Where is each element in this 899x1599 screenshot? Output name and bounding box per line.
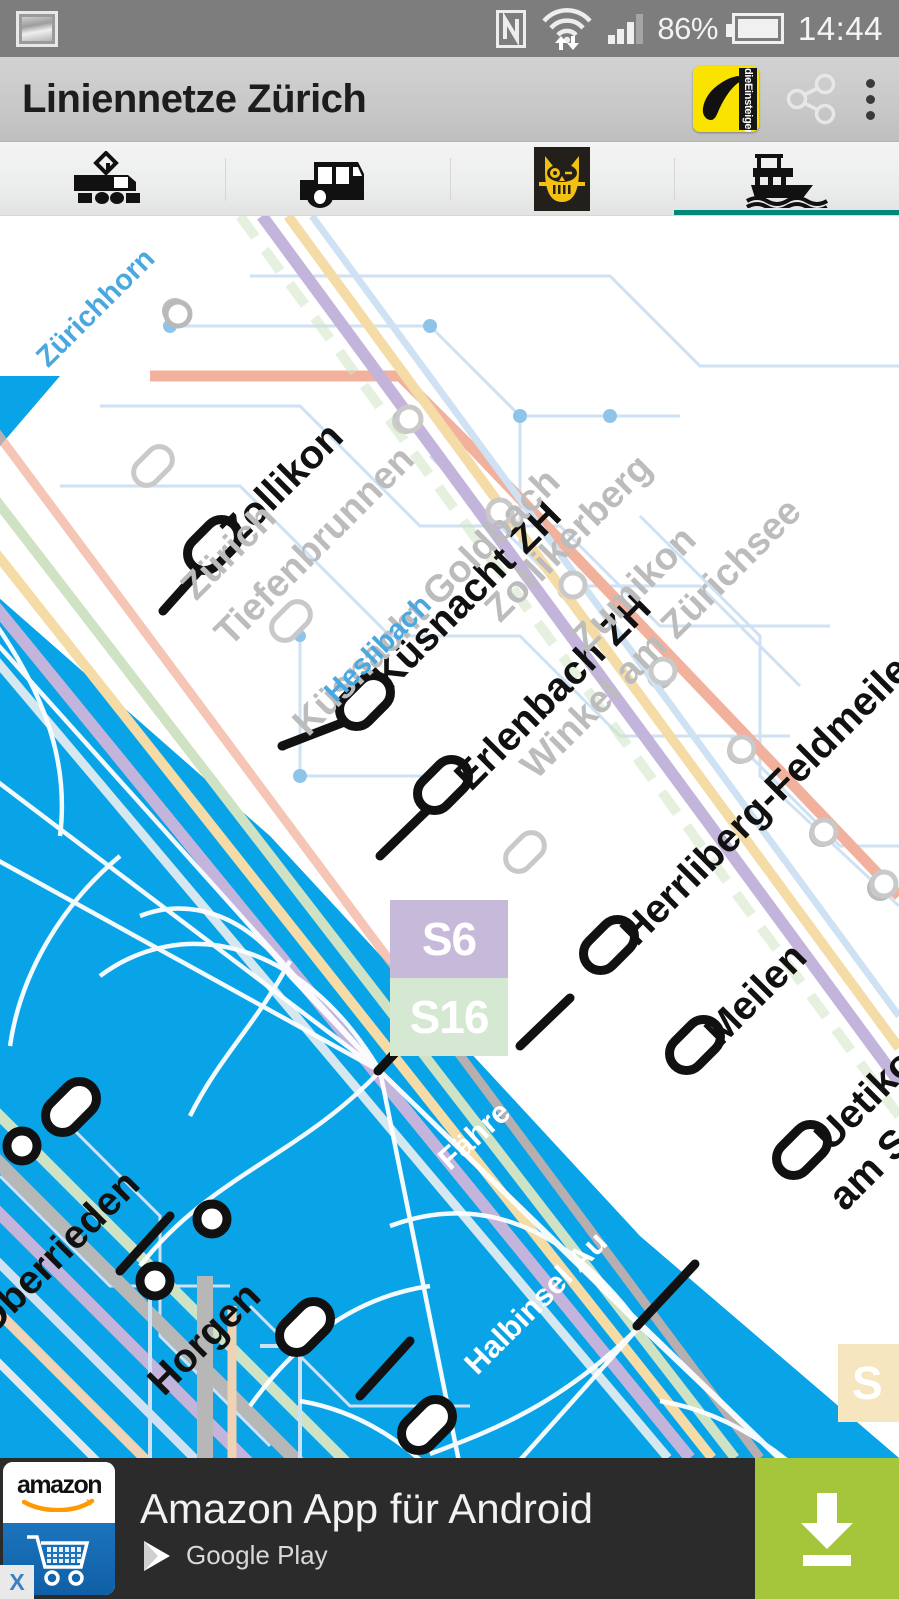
toucan-beak-icon xyxy=(702,76,741,120)
ad-app-icon: amazon X xyxy=(0,1458,118,1599)
dieeinsteiger-logo-button[interactable]: dieEinsteiger xyxy=(693,66,759,132)
tab-indicator xyxy=(674,210,899,215)
route-badge-s16: S16 xyxy=(390,978,508,1056)
transit-map-canvas[interactable]: Zollikon Küsnacht ZH Erlenbach ZH Herrli… xyxy=(0,216,899,1458)
tab-night-owl[interactable] xyxy=(449,142,675,215)
nfc-icon xyxy=(495,9,526,48)
ad-banner[interactable]: amazon X Amazon App für Android Google P… xyxy=(0,1458,899,1599)
amazon-wordmark: amazon xyxy=(16,1470,103,1499)
screenshot-icon-thumb xyxy=(22,16,52,41)
boat-icon xyxy=(745,153,828,208)
shopping-cart-icon xyxy=(27,1535,90,1586)
transit-map-graphics xyxy=(0,216,899,1458)
dot xyxy=(865,94,875,104)
status-bar-left xyxy=(16,10,58,47)
ad-headline: Amazon App für Android xyxy=(140,1484,593,1532)
wifi-transfer-icon xyxy=(542,7,592,50)
tab-bus[interactable] xyxy=(224,142,450,215)
ad-download-button[interactable] xyxy=(755,1458,899,1599)
status-clock: 14:44 xyxy=(797,9,883,47)
tab-indicator xyxy=(450,210,675,215)
dot xyxy=(865,78,875,88)
ad-store-label: Google Play xyxy=(186,1540,328,1570)
tram-icon xyxy=(74,150,141,204)
route-badge-s: S xyxy=(838,1344,899,1422)
battery-icon xyxy=(725,13,784,44)
battery-level xyxy=(737,19,778,38)
google-play-icon xyxy=(144,1540,170,1571)
app-bar: Liniennetze Zürich dieEinsteiger xyxy=(0,57,899,142)
transport-mode-tabs xyxy=(0,142,899,216)
download-icon xyxy=(801,1492,853,1566)
tab-indicator xyxy=(0,210,225,215)
ad-store-row: Google Play xyxy=(140,1539,755,1573)
bus-icon xyxy=(300,161,365,208)
app-bar-actions: dieEinsteiger xyxy=(693,66,877,132)
battery-percent: 86% xyxy=(657,10,718,46)
more-vertical-icon[interactable] xyxy=(863,78,877,120)
owl-icon xyxy=(533,146,590,211)
tab-indicator xyxy=(225,210,450,215)
page-title: Liniennetze Zürich xyxy=(22,76,367,121)
cellular-signal-icon xyxy=(607,13,644,44)
tab-tram[interactable] xyxy=(0,142,225,215)
dot xyxy=(865,110,875,120)
status-bar-right: 86% 14:44 xyxy=(495,7,883,51)
ad-text-block: Amazon App für Android Google Play xyxy=(118,1458,755,1599)
amazon-smile-icon xyxy=(22,1498,95,1512)
status-bar: 86% 14:44 xyxy=(0,0,899,57)
screenshot-icon xyxy=(16,10,58,47)
logo-label: dieEinsteiger xyxy=(739,68,757,132)
tab-boat[interactable] xyxy=(674,142,899,215)
amazon-wordmark-area: amazon xyxy=(3,1462,115,1524)
route-badge-s6: S6 xyxy=(390,900,508,978)
ad-close-button[interactable]: X xyxy=(0,1565,34,1599)
share-icon[interactable] xyxy=(785,73,837,125)
